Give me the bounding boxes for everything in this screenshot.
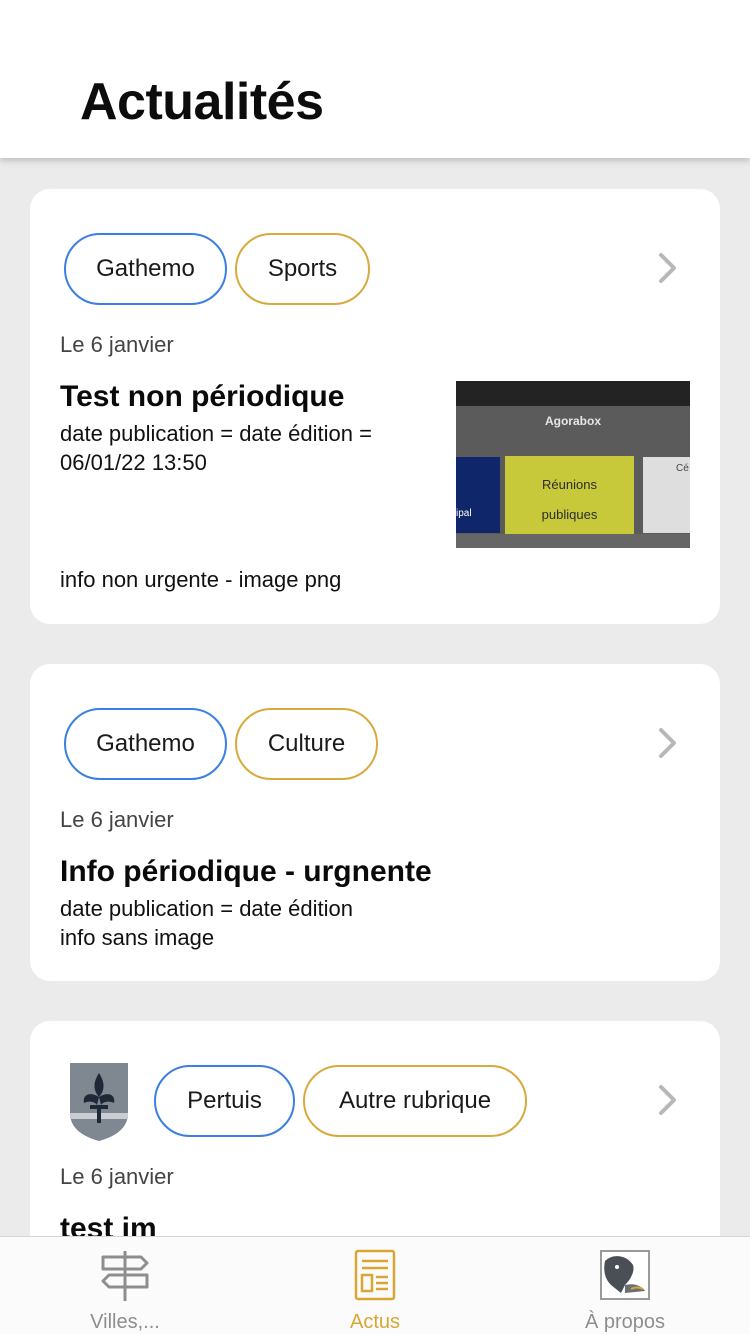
news-feed[interactable]: Gathemo Sports Le 6 janvier Test non pér… bbox=[0, 158, 750, 1236]
news-thumbnail: Agorabox ipal Réunions publiques Cé bbox=[456, 381, 690, 548]
commune-chip[interactable]: Pertuis bbox=[154, 1065, 295, 1137]
thumbnail-topbar bbox=[456, 381, 690, 406]
bird-logo-icon bbox=[600, 1250, 650, 1300]
news-description-line: info sans image bbox=[60, 925, 215, 950]
tab-actus[interactable]: Actus bbox=[250, 1237, 500, 1334]
thumbnail-tile-yellow: Réunions publiques bbox=[505, 456, 634, 534]
news-footer: info non urgente - image png bbox=[60, 567, 342, 592]
news-date: Le 6 janvier bbox=[60, 332, 174, 357]
tab-bar: Villes,... Actus À propos bbox=[0, 1236, 750, 1334]
news-date: Le 6 janvier bbox=[60, 1164, 174, 1189]
coat-of-arms-icon bbox=[70, 1063, 128, 1141]
news-title: Info périodique - urgnente bbox=[60, 855, 432, 888]
thumbnail-bottom bbox=[456, 534, 690, 548]
thumbnail-brand: Agorabox bbox=[544, 414, 601, 428]
commune-chip[interactable]: Gathemo bbox=[64, 233, 227, 305]
news-date: Le 6 janvier bbox=[60, 807, 174, 832]
thumbnail-tile-grey: Cé bbox=[643, 457, 690, 533]
newspaper-icon bbox=[354, 1249, 396, 1301]
page-title: Actualités bbox=[80, 73, 324, 131]
category-chip[interactable]: Culture bbox=[235, 708, 378, 780]
thumbnail-tile-label: Cé bbox=[676, 463, 689, 474]
news-description-line: 06/01/22 13:50 bbox=[60, 450, 207, 475]
tab-label: Villes,... bbox=[90, 1311, 160, 1333]
news-card[interactable]: Gathemo Culture Le 6 janvier Info périod… bbox=[30, 664, 720, 981]
chevron-right-icon[interactable] bbox=[656, 726, 680, 760]
news-card[interactable]: Gathemo Sports Le 6 janvier Test non pér… bbox=[30, 189, 720, 624]
thumbnail-tile-blue: ipal bbox=[456, 457, 500, 533]
news-card[interactable]: Pertuis Autre rubrique Le 6 janvier test… bbox=[30, 1021, 720, 1236]
tab-label: À propos bbox=[584, 1311, 666, 1333]
thumbnail-tile-label: Réunions bbox=[542, 477, 597, 492]
news-title: test im bbox=[60, 1212, 157, 1236]
news-description: date publication = date édition = 06/01/… bbox=[60, 419, 372, 477]
category-chip[interactable]: Autre rubrique bbox=[303, 1065, 527, 1137]
commune-chip[interactable]: Gathemo bbox=[64, 708, 227, 780]
thumbnail-tile-label: publiques bbox=[541, 507, 598, 522]
news-title: Test non périodique bbox=[60, 380, 345, 413]
tab-villes[interactable]: Villes,... bbox=[0, 1237, 250, 1334]
category-chip[interactable]: Sports bbox=[235, 233, 370, 305]
app-header: Actualités bbox=[0, 0, 750, 158]
news-description-line: date publication = date édition = bbox=[60, 421, 372, 446]
thumbnail-tile-label: ipal bbox=[456, 508, 472, 519]
chevron-right-icon[interactable] bbox=[656, 1083, 680, 1117]
news-description: date publication = date édition info san… bbox=[60, 894, 353, 952]
signpost-icon bbox=[101, 1251, 149, 1301]
tab-label: Actus bbox=[349, 1311, 401, 1333]
news-description-line: date publication = date édition bbox=[60, 896, 353, 921]
chevron-right-icon[interactable] bbox=[656, 251, 680, 285]
tab-a-propos[interactable]: À propos bbox=[500, 1237, 750, 1334]
